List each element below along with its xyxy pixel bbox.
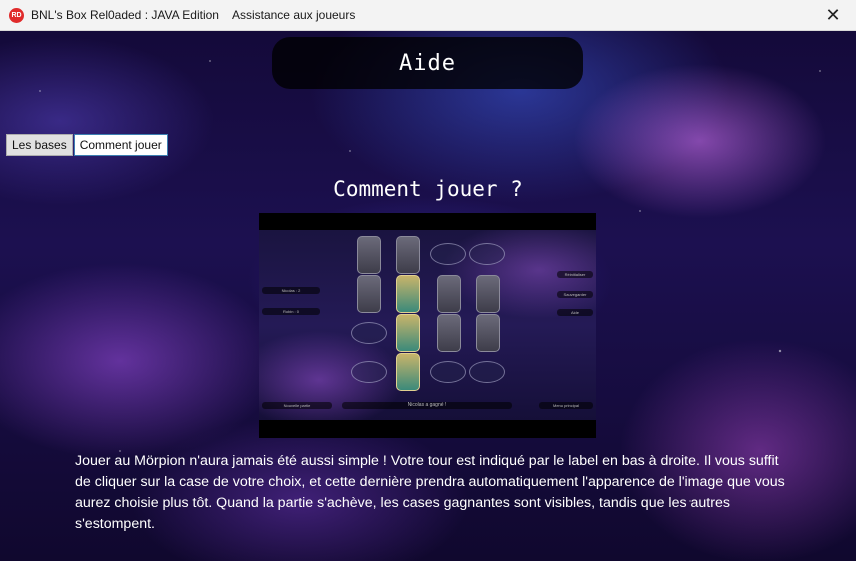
app-logo-icon: RD <box>9 7 24 23</box>
board-cell <box>351 322 387 344</box>
tab-les-bases[interactable]: Les bases <box>6 134 73 156</box>
game-screenshot: Nicolas : 2 Robin : 0 Réinitialiser Sauv… <box>259 213 596 438</box>
window-subtitle: Assistance aux joueurs <box>231 8 356 22</box>
title-bar: RD BNL's Box Rel0aded : JAVA Edition Ass… <box>0 0 856 31</box>
tab-comment-jouer[interactable]: Comment jouer <box>73 134 168 156</box>
main-menu-mini-button: Menu principal <box>539 402 593 409</box>
board-cell <box>357 236 381 274</box>
window-title: BNL's Box Rel0aded : JAVA Edition <box>31 8 219 22</box>
help-description: Jouer au Mörpion n'aura jamais été aussi… <box>75 453 785 532</box>
game-board-preview: Nicolas : 2 Robin : 0 Réinitialiser Sauv… <box>259 230 596 420</box>
close-button[interactable]: ✕ <box>810 0 856 31</box>
reset-mini-button: Réinitialiser <box>557 271 593 278</box>
score-label: Robin : 0 <box>262 308 320 315</box>
board-cell <box>351 361 387 383</box>
header-banner: Aide <box>272 37 583 89</box>
board-cell <box>396 353 420 391</box>
tab-bar: Les bases Comment jouer <box>6 134 168 156</box>
help-panel: Aide Les bases Comment jouer Comment jou… <box>0 31 856 561</box>
board-cell <box>357 275 381 313</box>
help-mini-button: Aide <box>557 309 593 316</box>
new-game-mini-button: Nouvelle partie <box>262 402 332 409</box>
board-cell <box>476 275 500 313</box>
score-label: Nicolas : 2 <box>262 287 320 294</box>
board-cell <box>396 314 420 352</box>
board-cell <box>437 314 461 352</box>
board-cell <box>430 243 466 265</box>
board-cell <box>437 275 461 313</box>
turn-label: Nicolas a gagné ! <box>342 402 512 409</box>
section-title: Comment jouer ? <box>333 177 523 201</box>
close-icon: ✕ <box>825 5 841 26</box>
board-cell <box>469 243 505 265</box>
page-title: Aide <box>399 50 456 76</box>
save-mini-button: Sauvegarder <box>557 291 593 298</box>
board-cell <box>396 275 420 313</box>
board-cell <box>430 361 466 383</box>
board-cell <box>469 361 505 383</box>
board-cell <box>396 236 420 274</box>
board-cell <box>476 314 500 352</box>
